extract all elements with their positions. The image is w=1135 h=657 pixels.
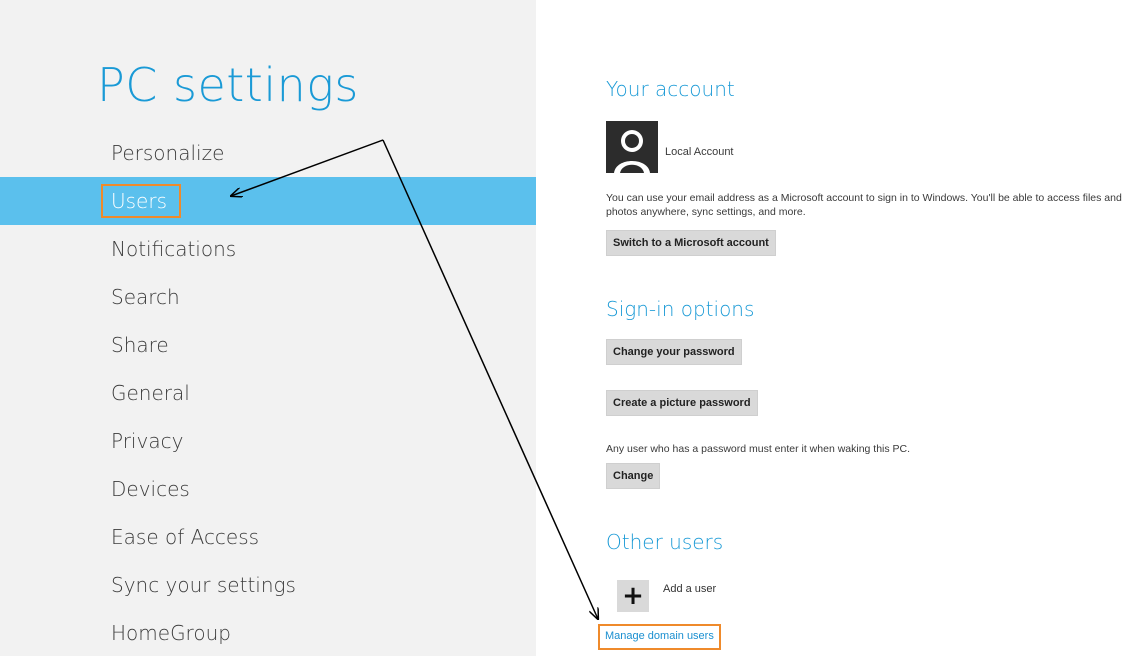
nav-item-label: Personalize [111, 141, 225, 165]
create-picture-password-button[interactable]: Create a picture password [606, 390, 758, 416]
user-avatar-icon [606, 121, 658, 173]
nav-item-sync-your-settings[interactable]: Sync your settings [0, 561, 536, 609]
sign-in-options-heading: Sign-in options [606, 297, 755, 321]
nav-item-share[interactable]: Share [0, 321, 536, 369]
page-title: PC settings [97, 58, 359, 112]
password-wake-note: Any user who has a password must enter i… [606, 443, 911, 455]
nav-item-label: Share [111, 333, 169, 357]
add-user-plus-icon[interactable]: + [617, 580, 649, 612]
nav-item-label: Sync your settings [111, 573, 296, 597]
manage-domain-users-link[interactable]: Manage domain users [598, 624, 721, 650]
nav-item-label: Users [101, 184, 182, 218]
nav-item-privacy[interactable]: Privacy [0, 417, 536, 465]
your-account-heading: Your account [606, 77, 735, 101]
nav-item-label: HomeGroup [111, 621, 231, 645]
nav-item-label: Search [111, 285, 180, 309]
account-type-label: Local Account [665, 146, 734, 158]
switch-to-microsoft-account-button[interactable]: Switch to a Microsoft account [606, 230, 776, 256]
change-wake-setting-button[interactable]: Change [606, 463, 661, 489]
nav-item-devices[interactable]: Devices [0, 465, 536, 513]
add-user-label[interactable]: Add a user [663, 583, 716, 595]
nav-item-homegroup[interactable]: HomeGroup [0, 609, 536, 657]
nav-item-label: General [111, 381, 190, 405]
nav-pane: PC settings Personalize Users Notificati… [0, 0, 536, 656]
nav-item-personalize[interactable]: Personalize [0, 129, 536, 177]
nav-item-ease-of-access[interactable]: Ease of Access [0, 513, 536, 561]
change-password-button[interactable]: Change your password [606, 339, 742, 365]
nav-item-general[interactable]: General [0, 369, 536, 417]
settings-nav: Personalize Users Notifications Search S… [0, 129, 536, 657]
nav-item-search[interactable]: Search [0, 273, 536, 321]
nav-item-users[interactable]: Users [0, 177, 536, 225]
nav-item-notifications[interactable]: Notifications [0, 225, 536, 273]
nav-item-label: Ease of Access [111, 525, 260, 549]
microsoft-account-description: You can use your email address as a Micr… [606, 192, 1122, 218]
nav-item-label: Devices [111, 477, 190, 501]
nav-item-label: Privacy [111, 429, 184, 453]
other-users-heading: Other users [606, 530, 724, 554]
nav-item-label: Notifications [111, 237, 237, 261]
